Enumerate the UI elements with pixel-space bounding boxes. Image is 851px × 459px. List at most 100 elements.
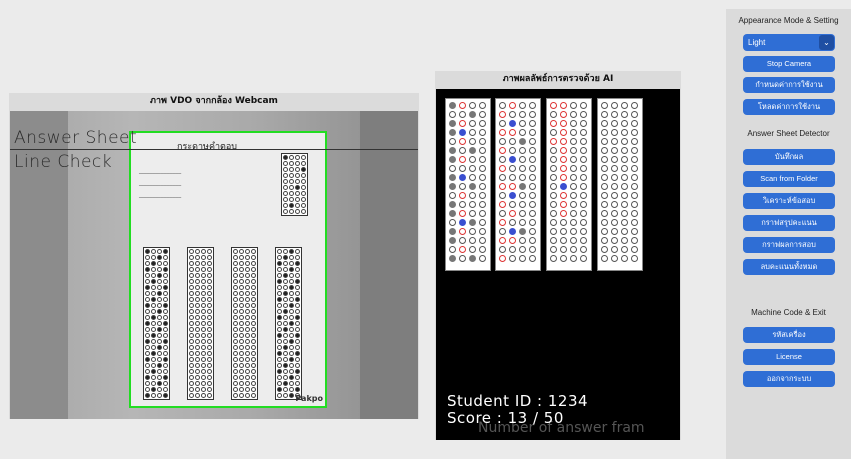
ai-answer-bubble [550,210,557,217]
ai-answer-bubble [550,228,557,235]
ai-answer-bubble [529,237,536,244]
machine-code-button[interactable]: รหัสเครื่อง [743,327,835,343]
analyze-exam-button[interactable]: วิเคราะห์ข้อสอบ [743,193,835,209]
ai-answer-bubble [621,174,628,181]
ai-answer-bubble [601,183,608,190]
exam-graph-button[interactable]: กราฟผลการสอบ [743,237,835,253]
ai-answer-bubble [631,120,638,127]
ai-answer-bubble [621,147,628,154]
ai-answer-bubble [580,120,587,127]
ai-answer-bubble [550,129,557,136]
appearance-label: Appearance Mode & Setting [738,16,839,25]
ai-answer-bubble [479,111,486,118]
ai-answer-bubble [611,120,618,127]
save-results-button[interactable]: บันทึกผล [743,149,835,165]
ai-answer-bubble [509,156,516,163]
ai-answer-bubble [529,111,536,118]
ai-answer-bubble [570,147,577,154]
ai-answer-bubble [560,111,567,118]
ai-answer-bubble [580,246,587,253]
ai-answer-bubble [469,129,476,136]
ai-answer-bubble [449,246,456,253]
exit-button[interactable]: ออกจากระบบ [743,371,835,387]
ai-answer-bubble [509,102,516,109]
ai-answer-bubble [519,183,526,190]
load-settings-button[interactable]: โหลดค่าการใช้งาน [743,99,835,115]
ai-answer-bubble [570,174,577,181]
ai-answer-bubble [459,111,466,118]
appearance-mode-value: Light [748,38,766,47]
ai-answer-bubble [631,165,638,172]
ai-answer-bubble [479,147,486,154]
ai-answer-bubble [499,210,506,217]
ai-answer-bubble [621,219,628,226]
ai-answer-bubble [560,147,567,154]
ai-answer-bubble [550,120,557,127]
license-button[interactable]: License [743,349,835,365]
ai-answer-bubble [469,237,476,244]
ai-answer-bubble [550,246,557,253]
ai-answer-bubble [560,174,567,181]
detection-box [129,131,327,408]
ai-answer-bubble [479,183,486,190]
ai-answer-bubble [529,183,536,190]
ai-answer-bubble [509,147,516,154]
ai-answer-bubble [550,219,557,226]
ai-answer-bubble [570,120,577,127]
ai-answer-bubble [469,219,476,226]
ai-answer-bubble [529,156,536,163]
ai-answer-bubble [459,129,466,136]
ai-answer-bubble [509,111,516,118]
ai-answer-bubble [580,174,587,181]
ai-answer-bubble [449,120,456,127]
ai-answer-bubble [580,129,587,136]
ai-answer-bubble [550,147,557,154]
ai-answer-bubble [469,192,476,199]
ai-answer-bubble [550,138,557,145]
ai-answer-bubble [519,210,526,217]
ai-answer-bubble [631,156,638,163]
ai-answer-bubble [479,201,486,208]
ai-answer-bubble [601,228,608,235]
ai-answer-bubble [459,228,466,235]
ai-answer-bubble [499,138,506,145]
stop-camera-button[interactable]: Stop Camera [743,56,835,72]
ai-answer-bubble [469,165,476,172]
ai-answer-bubble [469,111,476,118]
ai-answer-bubble [601,174,608,181]
ai-answer-bubble [459,219,466,226]
ai-answer-bubble [469,255,476,262]
ai-answer-bubble [449,210,456,217]
ai-answer-bubble [611,138,618,145]
ai-answer-bubble [631,138,638,145]
ai-answer-bubble [550,156,557,163]
ai-answer-bubble [621,183,628,190]
ai-answer-bubble [580,102,587,109]
ai-answer-bubble [499,102,506,109]
ai-answer-bubble [580,228,587,235]
scan-folder-button[interactable]: Scan from Folder [743,171,835,187]
ai-answer-bubble [499,111,506,118]
ai-answer-bubble [621,129,628,136]
ai-answer-bubble [529,210,536,217]
chevron-down-icon[interactable]: ⌄ [819,35,834,50]
ai-answer-bubble [459,192,466,199]
ai-answer-bubble [499,147,506,154]
ai-answer-bubble [560,237,567,244]
summary-graph-button[interactable]: กราฟสรุปคะแนน [743,215,835,231]
ai-answer-bubble [529,246,536,253]
ai-answer-bubble [449,237,456,244]
overlay-answer-sheet: Answer Sheet [14,128,138,148]
ai-answer-bubble [509,165,516,172]
ai-answer-bubble [509,255,516,262]
ai-answer-bubble [469,156,476,163]
ai-answer-bubble [611,246,618,253]
clear-scores-button[interactable]: ลบคะแนนทั้งหมด [743,259,835,275]
appearance-mode-select[interactable]: Light ⌄ [743,34,835,51]
ai-answer-bubble [459,174,466,181]
ai-answer-bubble [611,237,618,244]
ai-answer-bubble [621,201,628,208]
ai-answer-bubble [601,120,608,127]
set-defaults-button[interactable]: กำหนดค่าการใช้งาน [743,77,835,93]
ai-answer-bubble [621,255,628,262]
